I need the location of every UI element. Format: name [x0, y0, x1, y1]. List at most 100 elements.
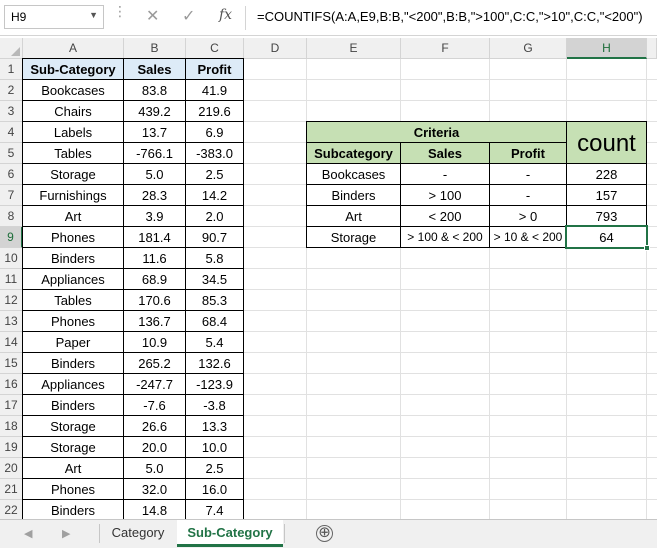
column-header-h[interactable]: H — [567, 38, 647, 59]
criteria-header[interactable]: Profit — [489, 142, 567, 164]
table-cell[interactable]: 14.8 — [123, 499, 186, 519]
criteria-cell[interactable]: Art — [306, 205, 401, 227]
table-header[interactable]: Sub-Category — [22, 58, 124, 80]
table-cell[interactable]: 20.0 — [123, 436, 186, 458]
criteria-header[interactable]: Sales — [400, 142, 490, 164]
formula-input[interactable]: =COUNTIFS(A:A,E9,B:B,"<200",B:B,">100",C… — [257, 9, 643, 24]
table-cell[interactable]: -7.6 — [123, 394, 186, 416]
column-header-f[interactable]: F — [401, 38, 490, 59]
table-header[interactable]: Profit — [185, 58, 244, 80]
table-cell[interactable]: 13.7 — [123, 121, 186, 143]
table-cell[interactable]: 10.9 — [123, 331, 186, 353]
column-header-next[interactable] — [647, 38, 657, 59]
table-cell[interactable]: 132.6 — [185, 352, 244, 374]
criteria-title[interactable]: Criteria — [306, 121, 567, 143]
table-cell[interactable]: 170.6 — [123, 289, 186, 311]
name-box[interactable]: H9 ▼ — [4, 5, 104, 29]
table-cell[interactable]: Binders — [22, 394, 124, 416]
tab-category[interactable]: Category — [100, 520, 176, 547]
column-header-e[interactable]: E — [307, 38, 401, 59]
table-cell[interactable]: Appliances — [22, 373, 124, 395]
row-header-19[interactable]: 19 — [0, 437, 23, 458]
row-header-6[interactable]: 6 — [0, 164, 23, 185]
table-cell[interactable]: -247.7 — [123, 373, 186, 395]
row-header-1[interactable]: 1 — [0, 59, 23, 80]
criteria-cell[interactable]: > 10 & < 200 — [489, 226, 567, 248]
table-cell[interactable]: Furnishings — [22, 184, 124, 206]
previous-sheet-icon[interactable]: ◀ — [24, 527, 32, 540]
table-cell[interactable]: Chairs — [22, 100, 124, 122]
column-header-c[interactable]: C — [186, 38, 244, 59]
table-cell[interactable]: 10.0 — [185, 436, 244, 458]
table-cell[interactable]: Phones — [22, 478, 124, 500]
table-cell[interactable]: 13.3 — [185, 415, 244, 437]
table-cell[interactable]: Storage — [22, 163, 124, 185]
chevron-down-icon[interactable]: ▼ — [89, 10, 98, 20]
table-cell[interactable]: 83.8 — [123, 79, 186, 101]
row-header-15[interactable]: 15 — [0, 353, 23, 374]
table-cell[interactable]: Binders — [22, 499, 124, 519]
table-cell[interactable]: 68.9 — [123, 268, 186, 290]
count-header[interactable]: count — [566, 121, 647, 164]
add-sheet-icon[interactable]: ⊕ — [316, 525, 333, 542]
table-cell[interactable]: 5.4 — [185, 331, 244, 353]
criteria-cell[interactable]: Binders — [306, 184, 401, 206]
table-cell[interactable]: Appliances — [22, 268, 124, 290]
function-icon[interactable]: fx — [219, 7, 232, 23]
column-header-g[interactable]: G — [490, 38, 567, 59]
criteria-cell[interactable]: > 100 & < 200 — [400, 226, 490, 248]
criteria-cell[interactable]: > 100 — [400, 184, 490, 206]
criteria-header[interactable]: Subcategory — [306, 142, 401, 164]
row-header-17[interactable]: 17 — [0, 395, 23, 416]
row-header-9[interactable]: 9 — [0, 227, 23, 248]
table-cell[interactable]: Labels — [22, 121, 124, 143]
column-header-b[interactable]: B — [124, 38, 186, 59]
spreadsheet-grid[interactable]: ABCDEFGH 1 2 3 4 5 6 7 8 9 10 11 12 13 14 15 16 17 18 19 20… — [0, 38, 657, 519]
table-cell[interactable]: 32.0 — [123, 478, 186, 500]
table-cell[interactable]: Art — [22, 457, 124, 479]
criteria-cell[interactable]: > 0 — [489, 205, 567, 227]
table-cell[interactable]: Binders — [22, 352, 124, 374]
table-cell[interactable]: 85.3 — [185, 289, 244, 311]
table-cell[interactable]: Binders — [22, 247, 124, 269]
row-header-5[interactable]: 5 — [0, 143, 23, 164]
table-cell[interactable]: 181.4 — [123, 226, 186, 248]
row-header-7[interactable]: 7 — [0, 185, 23, 206]
table-cell[interactable]: -123.9 — [185, 373, 244, 395]
table-cell[interactable]: 136.7 — [123, 310, 186, 332]
table-cell[interactable]: Art — [22, 205, 124, 227]
table-cell[interactable]: 2.5 — [185, 163, 244, 185]
table-cell[interactable]: Tables — [22, 142, 124, 164]
table-cell[interactable]: -3.8 — [185, 394, 244, 416]
table-cell[interactable]: Storage — [22, 415, 124, 437]
table-cell[interactable]: Phones — [22, 226, 124, 248]
criteria-cell[interactable]: < 200 — [400, 205, 490, 227]
table-cell[interactable]: 26.6 — [123, 415, 186, 437]
tab-sub-category[interactable]: Sub-Category — [177, 520, 283, 547]
enter-icon[interactable]: ✓ — [182, 6, 195, 26]
row-header-8[interactable]: 8 — [0, 206, 23, 227]
table-cell[interactable]: Phones — [22, 310, 124, 332]
table-cell[interactable]: -766.1 — [123, 142, 186, 164]
next-sheet-icon[interactable]: ▶ — [62, 527, 70, 540]
row-header-14[interactable]: 14 — [0, 332, 23, 353]
row-header-22[interactable]: 22 — [0, 500, 23, 519]
table-cell[interactable]: 16.0 — [185, 478, 244, 500]
row-header-11[interactable]: 11 — [0, 269, 23, 290]
criteria-cell[interactable]: 228 — [566, 163, 647, 185]
table-cell[interactable]: Tables — [22, 289, 124, 311]
row-header-20[interactable]: 20 — [0, 458, 23, 479]
criteria-cell[interactable]: - — [489, 163, 567, 185]
table-cell[interactable]: Bookcases — [22, 79, 124, 101]
row-header-3[interactable]: 3 — [0, 101, 23, 122]
row-header-18[interactable]: 18 — [0, 416, 23, 437]
criteria-cell[interactable]: Bookcases — [306, 163, 401, 185]
row-header-16[interactable]: 16 — [0, 374, 23, 395]
table-header[interactable]: Sales — [123, 58, 186, 80]
table-cell[interactable]: Storage — [22, 436, 124, 458]
column-header-a[interactable]: A — [23, 38, 124, 59]
table-cell[interactable]: 14.2 — [185, 184, 244, 206]
table-cell[interactable]: 11.6 — [123, 247, 186, 269]
fill-handle[interactable] — [644, 245, 650, 251]
table-cell[interactable]: 28.3 — [123, 184, 186, 206]
